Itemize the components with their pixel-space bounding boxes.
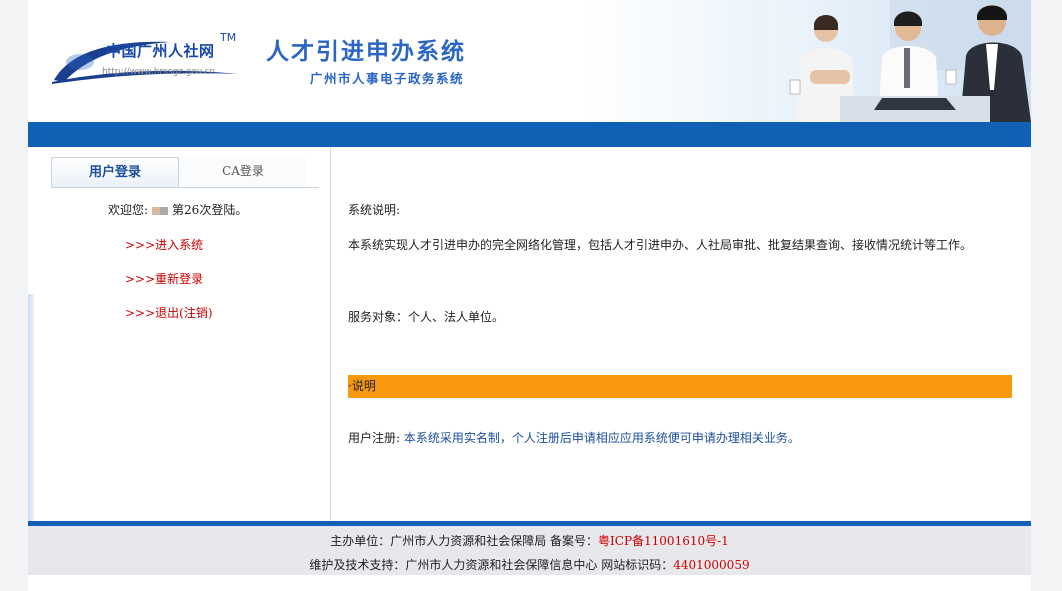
footer-support-label: 维护及技术支持：广州市人力资源和社会保障信息中心 网站标识码：: [309, 558, 674, 572]
service-target-text: 服务对象：个人、法人单位。: [348, 310, 505, 324]
enter-system-link[interactable]: >>>进入系统: [125, 236, 203, 253]
header-banner: 中国广州人社网 TM http://www.hrssgz.gov.cn 人才引进…: [28, 0, 1031, 122]
welcome-prefix: 欢迎您:: [108, 203, 149, 217]
welcome-message: 欢迎您: 第26次登陆。: [108, 201, 247, 218]
register-body: 本系统采用实名制，个人注册后申请相应应用系统便可申请办理相关业务。: [403, 431, 800, 445]
logo-trademark: TM: [220, 31, 237, 44]
tab-ca-login[interactable]: CA登录: [179, 157, 307, 186]
footer-site-code: 4401000059: [673, 558, 750, 572]
logout-link[interactable]: >>>退出(注销): [125, 304, 213, 321]
register-info: 用户注册: 本系统采用实名制，个人注册后申请相应应用系统便可申请办理相关业务。: [348, 429, 800, 446]
system-description-heading: 系统说明:: [348, 203, 401, 217]
footer: 主办单位：广州市人力资源和社会保障局 备案号：粤ICP备11001610号-1 …: [28, 526, 1031, 575]
header-blue-band: [28, 122, 1031, 147]
logo-text: 中国广州人社网: [106, 42, 215, 60]
sidebar: 用户登录 CA登录 欢迎您: 第26次登陆。 >>>进入系统 >>>重新登录 >>…: [28, 147, 331, 521]
footer-support-row: 维护及技术支持：广州市人力资源和社会保障信息中心 网站标识码：440100005…: [28, 556, 1031, 573]
system-description-body: 本系统实现人才引进申办的完全网络化管理，包括人才引进申办、人社局审批、批复结果查…: [348, 238, 973, 252]
footer-host-label: 主办单位：广州市人力资源和社会保障局 备案号：: [330, 534, 599, 548]
notice-bar-label: ·说明: [348, 379, 376, 393]
header-photo-image: [770, 0, 1031, 122]
tab-user-login[interactable]: 用户登录: [51, 157, 179, 187]
sidebar-edge-shade: [28, 294, 34, 521]
avatar: [152, 206, 169, 215]
system-title: 人才引进申办系统: [266, 39, 466, 65]
register-label: 用户注册:: [348, 431, 401, 445]
main-content: 系统说明: 本系统实现人才引进申办的完全网络化管理，包括人才引进申办、人社局审批…: [331, 147, 1031, 521]
relogin-link[interactable]: >>>重新登录: [125, 270, 203, 287]
page: 中国广州人社网 TM http://www.hrssgz.gov.cn 人才引进…: [28, 0, 1031, 591]
logo-url: http://www.hrssgz.gov.cn: [102, 67, 216, 77]
notice-bar: ·说明: [348, 375, 1012, 398]
footer-icp-link[interactable]: 粤ICP备11001610号-1: [598, 534, 729, 548]
login-tabs: 用户登录 CA登录: [51, 157, 319, 188]
footer-host-row: 主办单位：广州市人力资源和社会保障局 备案号：粤ICP备11001610号-1: [28, 532, 1031, 549]
system-subtitle: 广州市人事电子政务系统: [310, 71, 465, 86]
welcome-suffix: 第26次登陆。: [172, 203, 248, 217]
